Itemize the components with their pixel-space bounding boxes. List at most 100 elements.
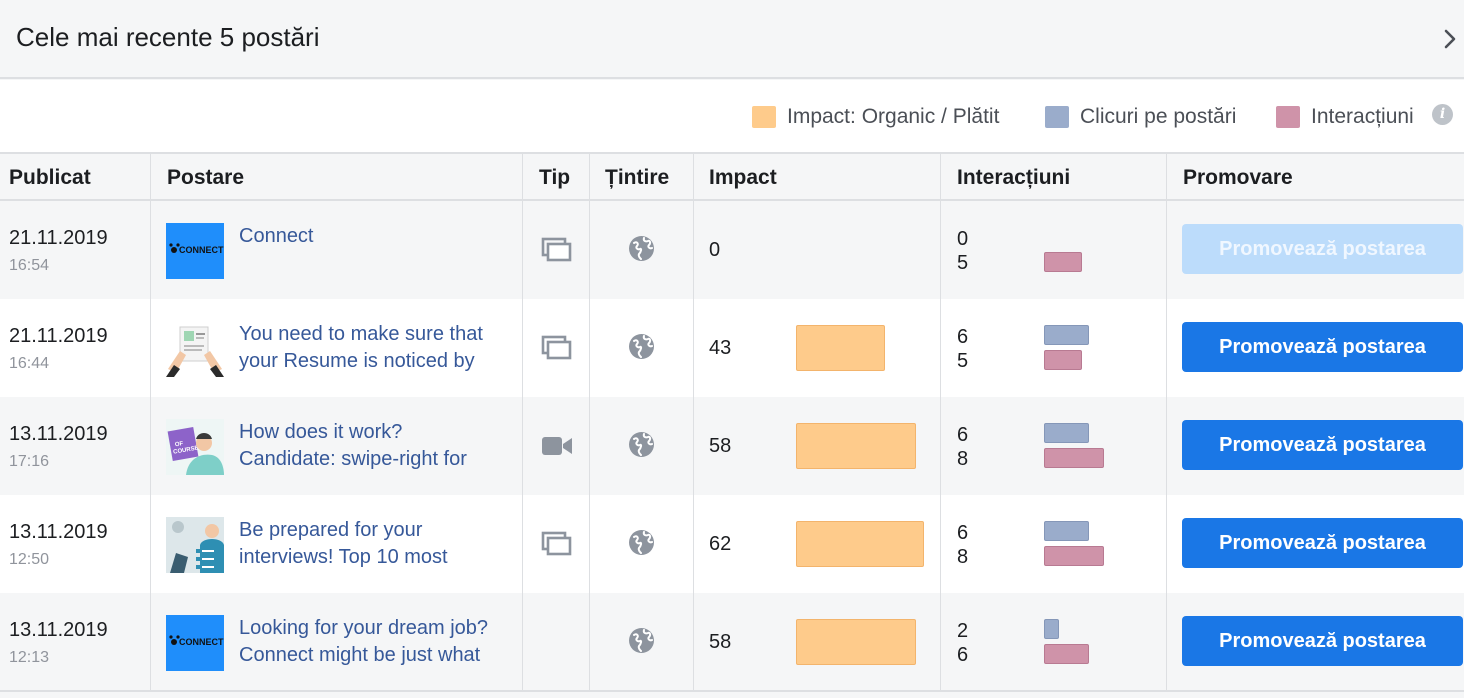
post-link[interactable]: Be prepared for your interviews! Top 10 m… bbox=[239, 517, 519, 571]
legend-label-clicks: Clicuri pe postări bbox=[1080, 105, 1237, 128]
video-camera-icon bbox=[541, 433, 573, 459]
col-header-published[interactable]: Publicat bbox=[9, 166, 91, 190]
globe-icon bbox=[628, 627, 655, 654]
post-link[interactable]: Connect bbox=[239, 223, 519, 250]
interactions-values: 68 bbox=[957, 521, 968, 569]
post-text-line2: your Resume is noticed by bbox=[239, 350, 475, 372]
col-header-targeting[interactable]: Țintire bbox=[605, 166, 669, 190]
legend-swatch-interactions bbox=[1276, 106, 1300, 128]
interactions-value: 8 bbox=[957, 448, 969, 470]
publish-date: 21.11.2019 bbox=[9, 325, 108, 347]
publish-date: 13.11.2019 bbox=[9, 521, 108, 543]
post-thumbnail[interactable]: OF COURSE bbox=[166, 419, 224, 475]
post-thumbnail[interactable]: CONNECT bbox=[166, 223, 224, 279]
col-header-type[interactable]: Tip bbox=[539, 166, 570, 190]
globe-icon bbox=[628, 529, 655, 556]
legend-swatch-impact bbox=[752, 106, 776, 128]
publish-time: 12:13 bbox=[9, 649, 50, 666]
promote-post-button[interactable]: Promovează postarea bbox=[1182, 420, 1463, 470]
clicks-value: 6 bbox=[957, 522, 969, 544]
table-bottom-border bbox=[0, 690, 1464, 692]
interactions-values: 05 bbox=[957, 227, 968, 275]
interactions-bar bbox=[1044, 350, 1082, 370]
section-header: Cele mai recente 5 postări bbox=[0, 0, 1464, 79]
interactions-bar bbox=[1044, 448, 1104, 468]
promote-post-button[interactable]: Promovează postarea bbox=[1182, 322, 1463, 372]
post-thumbnail[interactable] bbox=[166, 321, 224, 377]
impact-bar bbox=[796, 619, 916, 665]
globe-icon bbox=[628, 235, 655, 262]
clicks-bar bbox=[1044, 423, 1089, 443]
post-text-line2: Connect might be just what bbox=[239, 644, 481, 666]
post-text-line1: Connect bbox=[239, 225, 314, 247]
col-header-promotion[interactable]: Promovare bbox=[1183, 166, 1293, 190]
interactions-value: 5 bbox=[957, 350, 969, 372]
legend-label-impact: Impact: Organic / Plătit bbox=[787, 105, 1000, 128]
legend-item-impact: Impact: Organic / Plătit bbox=[752, 104, 999, 130]
post-text-line1: You need to make sure that bbox=[239, 323, 483, 345]
post-text-line2: Candidate: swipe-right for bbox=[239, 448, 467, 470]
post-text-line2: interviews! Top 10 most bbox=[239, 546, 448, 568]
globe-icon bbox=[628, 431, 655, 458]
clicks-bar bbox=[1044, 521, 1089, 541]
impact-value: 58 bbox=[709, 631, 732, 653]
post-link[interactable]: Looking for your dream job? Connect might… bbox=[239, 615, 519, 669]
col-header-interactions[interactable]: Interacțiuni bbox=[957, 166, 1070, 190]
clicks-bar bbox=[1044, 325, 1089, 345]
interactions-value: 8 bbox=[957, 546, 969, 568]
impact-bar bbox=[796, 325, 885, 371]
impact-value: 62 bbox=[709, 533, 732, 555]
publish-time: 17:16 bbox=[9, 453, 50, 470]
promote-post-button[interactable]: Promovează postarea bbox=[1182, 224, 1463, 274]
table-row: 13.11.2019 12:13 CONNECT Looking for your d… bbox=[0, 593, 1464, 691]
interactions-bar bbox=[1044, 252, 1082, 272]
table-row: 21.11.2019 16:44 You need to make sure tha… bbox=[0, 299, 1464, 397]
album-icon bbox=[541, 335, 573, 361]
impact-bar bbox=[796, 423, 916, 469]
impact-bar bbox=[796, 521, 924, 567]
interactions-values: 68 bbox=[957, 423, 968, 471]
svg-text:CONNECT: CONNECT bbox=[179, 245, 224, 255]
post-link[interactable]: You need to make sure that your Resume is… bbox=[239, 321, 519, 375]
legend-label-interactions: Interacțiuni bbox=[1311, 105, 1414, 128]
clicks-value: 6 bbox=[957, 326, 969, 348]
chevron-right-icon[interactable] bbox=[1440, 28, 1460, 50]
album-icon bbox=[541, 531, 573, 557]
info-icon[interactable]: i bbox=[1432, 104, 1453, 125]
interactions-bar bbox=[1044, 644, 1089, 664]
legend: Impact: Organic / Plătit Clicuri pe post… bbox=[0, 80, 1464, 152]
globe-icon bbox=[628, 333, 655, 360]
table-row: 21.11.2019 16:54 CONNECT Connect 0 0 5 Promovea… bbox=[0, 201, 1464, 299]
clicks-value: 0 bbox=[957, 228, 969, 250]
column-divider bbox=[693, 152, 694, 690]
posts-table: Publicat Postare Tip Țintire Impact Inte… bbox=[0, 152, 1464, 698]
table-header: Publicat Postare Tip Țintire Impact Inte… bbox=[0, 152, 1464, 201]
clicks-value: 2 bbox=[957, 620, 969, 642]
post-thumbnail[interactable] bbox=[166, 517, 224, 573]
col-header-impact[interactable]: Impact bbox=[709, 166, 777, 190]
column-divider bbox=[1166, 152, 1167, 690]
legend-item-clicks: Clicuri pe postări bbox=[1045, 104, 1236, 130]
publish-date: 13.11.2019 bbox=[9, 619, 108, 641]
column-divider bbox=[940, 152, 941, 690]
interactions-value: 6 bbox=[957, 644, 969, 666]
post-thumbnail[interactable]: CONNECT bbox=[166, 615, 224, 671]
album-icon bbox=[541, 237, 573, 263]
post-link[interactable]: How does it work? Candidate: swipe-right … bbox=[239, 419, 519, 473]
column-divider bbox=[522, 152, 523, 690]
column-divider bbox=[589, 152, 590, 690]
table-row: 13.11.2019 12:50 Be prepared for your inter… bbox=[0, 495, 1464, 593]
section-title: Cele mai recente 5 postări bbox=[16, 22, 320, 52]
publish-time: 16:54 bbox=[9, 257, 50, 274]
clicks-value: 6 bbox=[957, 424, 969, 446]
interactions-value: 5 bbox=[957, 252, 969, 274]
promote-post-button[interactable]: Promovează postarea bbox=[1182, 518, 1463, 568]
post-text-line1: How does it work? bbox=[239, 421, 403, 443]
publish-date: 21.11.2019 bbox=[9, 227, 108, 249]
post-text-line1: Looking for your dream job? bbox=[239, 617, 489, 639]
publish-time: 12:50 bbox=[9, 551, 50, 568]
legend-item-interactions: Interacțiuni bbox=[1276, 104, 1414, 130]
promote-post-button[interactable]: Promovează postarea bbox=[1182, 616, 1463, 666]
col-header-post[interactable]: Postare bbox=[167, 166, 244, 190]
publish-time: 16:44 bbox=[9, 355, 50, 372]
